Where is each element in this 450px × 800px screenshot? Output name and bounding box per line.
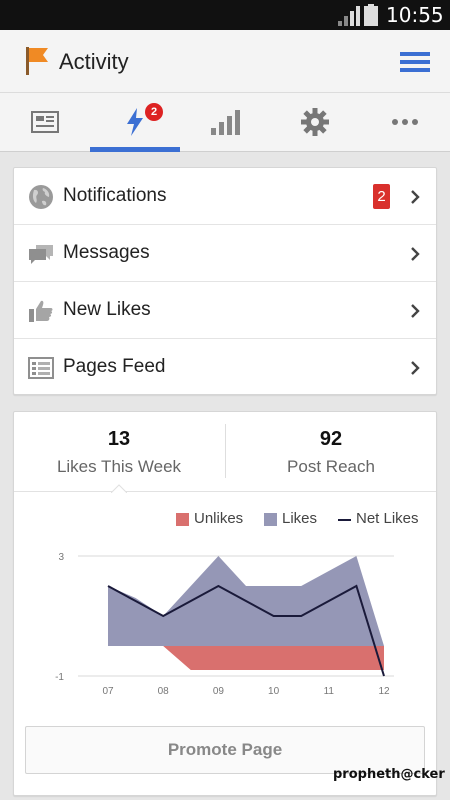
stat-label: Post Reach: [287, 457, 375, 476]
tab-insights[interactable]: [180, 93, 270, 151]
stat-post-reach[interactable]: 92 Post Reach: [226, 412, 436, 490]
legend-swatch: [338, 519, 351, 521]
chevron-right-icon: [411, 304, 420, 318]
more-icon: [392, 119, 418, 125]
page-title: Activity: [59, 49, 129, 74]
activity-list: Notifications 2 Messages New Likes Pages…: [13, 167, 437, 395]
legend-label: Net Likes: [356, 510, 419, 527]
tab-activity[interactable]: 2: [90, 93, 180, 152]
chevron-right-icon: [411, 361, 420, 375]
signal-icon: [338, 6, 360, 26]
tab-news-feed[interactable]: [0, 93, 90, 151]
list-item-messages[interactable]: Messages: [14, 225, 436, 282]
list-item-new-likes[interactable]: New Likes: [14, 282, 436, 339]
gear-icon: [301, 108, 329, 136]
tab-bar: 2: [0, 92, 450, 152]
notification-badge: 2: [373, 184, 390, 209]
stat-likes-this-week[interactable]: 13 Likes This Week: [14, 412, 224, 490]
feed-icon: [28, 357, 54, 379]
chevron-right-icon: [411, 190, 420, 204]
list-item-label: Pages Feed: [63, 356, 166, 377]
legend-label: Unlikes: [194, 510, 244, 527]
x-tick-label: 07: [102, 686, 114, 697]
globe-icon: [29, 185, 53, 209]
tab-more[interactable]: [360, 93, 450, 151]
selection-pointer: [111, 484, 127, 493]
news-feed-icon: [31, 111, 59, 133]
list-item-notifications[interactable]: Notifications 2: [14, 168, 436, 225]
battery-icon: [364, 4, 378, 26]
stats-card: 13 Likes This Week 92 Post Reach Unlikes…: [13, 411, 437, 796]
list-item-label: New Likes: [63, 299, 151, 320]
app-bar: Activity: [0, 30, 450, 92]
tab-settings[interactable]: [270, 93, 360, 151]
list-item-pages-feed[interactable]: Pages Feed: [14, 339, 436, 396]
stat-value: 92: [319, 428, 343, 450]
messages-icon: [29, 245, 53, 264]
unlikes-area: [108, 646, 384, 670]
status-bar: 10:55: [0, 0, 450, 30]
y-tick-label: 3: [58, 552, 64, 563]
menu-icon[interactable]: [398, 50, 432, 74]
list-item-label: Notifications: [63, 185, 167, 206]
chevron-right-icon: [411, 247, 420, 261]
list-item-label: Messages: [63, 242, 150, 263]
stats-separator: [14, 491, 436, 492]
status-time: 10:55: [386, 3, 444, 27]
y-tick-label: -1: [55, 672, 64, 683]
x-tick-label: 08: [158, 686, 170, 697]
legend-swatch: [176, 513, 189, 526]
x-tick-label: 11: [324, 686, 335, 697]
bar-chart-icon: [211, 110, 240, 135]
x-tick-label: 12: [378, 686, 390, 697]
x-tick-label: 09: [213, 686, 225, 697]
legend-label: Likes: [282, 510, 318, 527]
tab-badge: 2: [145, 103, 163, 121]
legend-swatch: [264, 513, 277, 526]
watermark-text: propheth@cker: [333, 767, 445, 782]
likes-area-chart: 3 -1 07 08 09 10 11 12: [55, 552, 394, 697]
stat-label: Likes This Week: [56, 457, 182, 476]
stat-value: 13: [107, 428, 131, 450]
thumbs-up-icon: [29, 300, 53, 322]
flag-icon: [26, 47, 48, 75]
x-tick-label: 10: [268, 686, 280, 697]
